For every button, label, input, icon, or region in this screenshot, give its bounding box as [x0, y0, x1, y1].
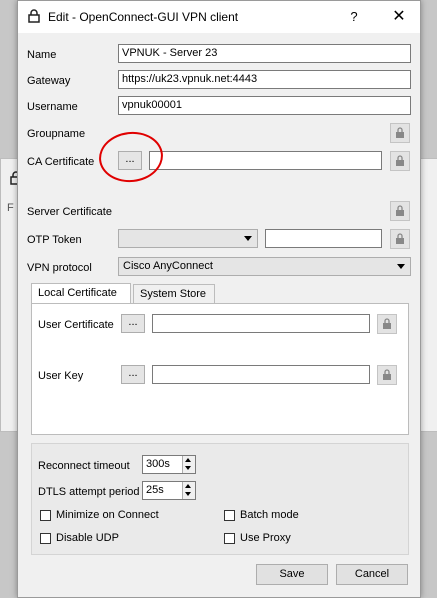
use-proxy-label: Use Proxy: [240, 532, 291, 544]
chevron-down-icon: [397, 264, 405, 269]
local-certificate-pane: User Certificate ... User Key ...: [31, 303, 409, 435]
reconnect-timeout-spinbox[interactable]: 300s: [142, 455, 196, 474]
dtls-attempt-label: DTLS attempt period: [38, 486, 140, 498]
tab-system-store[interactable]: System Store: [133, 284, 215, 303]
disable-udp-label: Disable UDP: [56, 532, 119, 544]
ca-key-button[interactable]: [390, 151, 410, 171]
dtls-attempt-spinbox[interactable]: 25s: [142, 481, 196, 500]
chevron-down-icon: [244, 236, 252, 241]
user-certificate-input[interactable]: [152, 314, 370, 333]
server-cert-key-button[interactable]: [390, 201, 410, 221]
vpn-protocol-value: Cisco AnyConnect: [123, 260, 213, 272]
user-cert-browse-button[interactable]: ...: [121, 314, 145, 333]
title-bar: Edit - OpenConnect-GUI VPN client ? ✕: [18, 1, 420, 33]
minimize-label: Minimize on Connect: [56, 509, 159, 521]
key-icon: [383, 369, 391, 380]
user-key-label: User Key: [38, 370, 84, 382]
user-certificate-label: User Certificate: [38, 319, 114, 331]
spin-up-icon: [185, 484, 191, 488]
key-icon: [396, 205, 404, 216]
name-input[interactable]: VPNUK - Server 23: [118, 44, 411, 63]
cancel-button[interactable]: Cancel: [336, 564, 408, 585]
otp-token-input[interactable]: [265, 229, 382, 248]
ca-certificate-input[interactable]: [149, 151, 382, 170]
reconnect-timeout-value: 300s: [146, 458, 170, 470]
vpn-protocol-label: VPN protocol: [27, 262, 92, 274]
spin-buttons[interactable]: [182, 482, 195, 499]
key-icon: [396, 155, 404, 166]
window-title: Edit - OpenConnect-GUI VPN client: [48, 10, 239, 24]
gateway-label: Gateway: [27, 75, 71, 87]
username-label: Username: [27, 101, 78, 113]
key-icon: [396, 233, 404, 244]
spin-buttons[interactable]: [182, 456, 195, 473]
spin-down-icon: [185, 492, 191, 496]
lock-icon: [28, 9, 40, 23]
help-button[interactable]: ?: [344, 6, 364, 28]
username-input[interactable]: vpnuk00001: [118, 96, 411, 115]
connection-options: Reconnect timeout 300s DTLS attempt peri…: [31, 443, 409, 555]
user-key-input[interactable]: [152, 365, 370, 384]
groupname-key-button[interactable]: [390, 123, 410, 143]
vpn-protocol-select[interactable]: Cisco AnyConnect: [118, 257, 411, 276]
key-icon: [396, 127, 404, 138]
dtls-attempt-value: 25s: [146, 484, 164, 496]
reconnect-timeout-label: Reconnect timeout: [38, 460, 130, 472]
close-button[interactable]: ✕: [386, 5, 412, 29]
batch-mode-checkbox[interactable]: [224, 510, 235, 521]
key-icon: [383, 318, 391, 329]
ca-certificate-label: CA Certificate: [27, 156, 95, 168]
edit-dialog: Edit - OpenConnect-GUI VPN client ? ✕ Na…: [17, 0, 421, 598]
otp-token-select[interactable]: [118, 229, 258, 248]
spin-up-icon: [185, 458, 191, 462]
user-key-browse-button[interactable]: ...: [121, 365, 145, 384]
tab-local-certificate[interactable]: Local Certificate: [31, 283, 131, 304]
gateway-input[interactable]: https://uk23.vpnuk.net:4443: [118, 70, 411, 89]
spin-down-icon: [185, 466, 191, 470]
background-window-text: F: [7, 202, 14, 214]
server-certificate-label: Server Certificate: [27, 206, 112, 218]
name-label: Name: [27, 49, 57, 61]
use-proxy-checkbox[interactable]: [224, 533, 235, 544]
otp-token-label: OTP Token: [27, 234, 82, 246]
groupname-label: Groupname: [27, 128, 86, 140]
otp-key-button[interactable]: [390, 229, 410, 249]
save-button[interactable]: Save: [256, 564, 328, 585]
user-cert-key-button[interactable]: [377, 314, 397, 334]
batch-mode-label: Batch mode: [240, 509, 299, 521]
disable-udp-checkbox[interactable]: [40, 533, 51, 544]
minimize-checkbox[interactable]: [40, 510, 51, 521]
user-key-key-button[interactable]: [377, 365, 397, 385]
highlight-circle: [96, 128, 166, 186]
